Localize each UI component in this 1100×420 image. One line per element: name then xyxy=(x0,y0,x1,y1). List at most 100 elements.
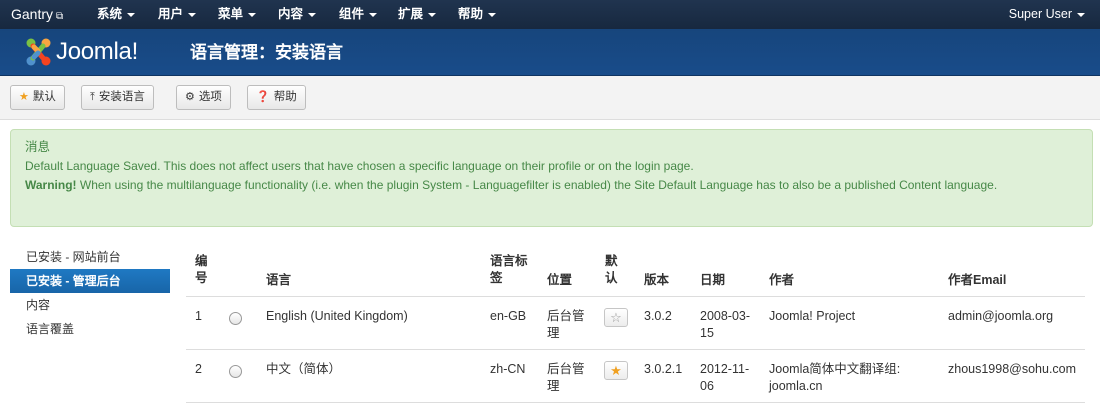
message-line: Default Language Saved. This does not af… xyxy=(25,159,694,173)
column-header-tag[interactable]: 语言标 签 xyxy=(490,253,528,287)
menu-label: 扩展 xyxy=(398,7,424,21)
location-text: 后台管 xyxy=(547,362,585,376)
date-text: 2008-03- xyxy=(700,309,751,323)
row-select-radio[interactable] xyxy=(229,365,242,378)
default-star-indicator[interactable]: ★ xyxy=(604,361,628,380)
author-text: joomla.cn xyxy=(769,379,823,393)
sidebar-item-installed-admin[interactable]: 已安装 - 管理后台 xyxy=(10,269,170,293)
menu-label: 系统 xyxy=(97,7,123,21)
message-heading: 消息 xyxy=(25,140,51,154)
author-text: Joomla! Project xyxy=(769,309,856,323)
joomla-logo: Joomla! xyxy=(22,35,172,69)
caret-down-icon xyxy=(127,12,136,17)
row-select-radio[interactable] xyxy=(229,312,242,325)
header-text: 签 xyxy=(490,271,503,285)
author-text: Joomla简体中文翻译组: xyxy=(769,362,901,376)
location-text: 理 xyxy=(547,379,560,393)
user-name: Super User xyxy=(1008,7,1072,21)
table-row: 1 English (United Kingdom) en-GB 后台管 理 ☆… xyxy=(186,297,1085,350)
column-header-email[interactable]: 作者Email xyxy=(948,272,1006,289)
star-empty-icon: ☆ xyxy=(610,310,622,325)
caret-down-icon xyxy=(488,12,497,17)
caret-down-icon xyxy=(1077,12,1085,17)
language-date: 2012-11- 06 xyxy=(700,361,749,395)
menu-extensions[interactable]: 扩展 xyxy=(398,0,437,29)
top-navbar: Gantry ⧉ 系统 用户 菜单 内容 组件 扩展 帮助 Super User xyxy=(0,0,1100,29)
language-name: English (United Kingdom) xyxy=(266,309,408,323)
table-header: 编 号 语言 语言标 签 位置 默 认 版本 日期 作者 作者Email xyxy=(186,245,1085,297)
column-header-version[interactable]: 版本 xyxy=(644,272,669,289)
menu-menus[interactable]: 菜单 xyxy=(218,0,257,29)
gantry-link[interactable]: Gantry ⧉ xyxy=(11,0,63,29)
button-label: 默认 xyxy=(32,91,56,103)
toolbar: ★ 默认 ⤒ 安装语言 ⚙ 选项 ❓ 帮助 xyxy=(0,76,1100,120)
row-number: 2 xyxy=(195,362,202,376)
language-location: 后台管 理 xyxy=(547,308,585,342)
star-filled-icon: ★ xyxy=(610,363,622,378)
menu-label: 帮助 xyxy=(458,7,484,21)
table-row: 2 中文（简体） zh-CN 后台管 理 ★ 3.0.2.1 2012-11- … xyxy=(186,350,1085,403)
language-tag: zh-CN xyxy=(490,362,526,376)
gear-icon: ⚙ xyxy=(185,91,195,103)
default-button[interactable]: ★ 默认 xyxy=(10,85,65,110)
sidebar-item-content[interactable]: 内容 xyxy=(10,293,170,317)
menu-components[interactable]: 组件 xyxy=(339,0,378,29)
location-text: 理 xyxy=(547,326,560,340)
menu-label: 组件 xyxy=(339,7,365,21)
menu-help[interactable]: 帮助 xyxy=(458,0,497,29)
page-title: 语言管理：安装语言 xyxy=(190,43,343,62)
menu-content[interactable]: 内容 xyxy=(278,0,317,29)
button-label: 选项 xyxy=(198,91,222,103)
date-text: 06 xyxy=(700,379,714,393)
logo-wordmark: Joomla! xyxy=(56,38,138,65)
install-language-button[interactable]: ⤒ 安装语言 xyxy=(81,85,154,110)
languages-table: 编 号 语言 语言标 签 位置 默 认 版本 日期 作者 作者Email 1 E… xyxy=(186,245,1085,403)
caret-down-icon xyxy=(308,12,317,17)
header-text: 语言标 xyxy=(490,254,528,268)
author-email: zhous1998@sohu.com xyxy=(948,362,1077,376)
language-location: 后台管 理 xyxy=(547,361,585,395)
warning-label: Warning! xyxy=(25,178,77,192)
column-header-default[interactable]: 默 认 xyxy=(605,253,618,287)
warning-text: When using the multilanguage functionali… xyxy=(76,178,998,192)
set-default-star-button[interactable]: ☆ xyxy=(604,308,628,327)
menu-label: 内容 xyxy=(278,7,304,21)
caret-down-icon xyxy=(248,12,257,17)
button-label: 帮助 xyxy=(273,91,297,103)
column-header-date[interactable]: 日期 xyxy=(700,272,725,289)
language-author: Joomla简体中文翻译组: joomla.cn xyxy=(769,361,900,395)
button-label: 安装语言 xyxy=(98,91,145,103)
language-author: Joomla! Project xyxy=(769,308,855,325)
column-header-language[interactable]: 语言 xyxy=(266,272,291,289)
header-text: 编 xyxy=(195,254,208,268)
column-header-location[interactable]: 位置 xyxy=(547,272,572,289)
sidebar-item-overrides[interactable]: 语言覆盖 xyxy=(10,317,170,341)
user-menu[interactable]: Super User xyxy=(1009,0,1085,29)
location-text: 后台管 xyxy=(547,309,585,323)
brand-label: Gantry xyxy=(11,6,54,22)
header-text: 号 xyxy=(195,271,208,285)
menu-users[interactable]: 用户 xyxy=(158,0,197,29)
language-version: 3.0.2 xyxy=(644,309,672,323)
column-header-number[interactable]: 编 号 xyxy=(195,253,208,287)
column-header-author[interactable]: 作者 xyxy=(769,272,794,289)
date-text: 15 xyxy=(700,326,714,340)
upload-icon: ⤒ xyxy=(90,91,95,103)
menu-label: 用户 xyxy=(158,7,184,21)
sidebar-item-installed-site[interactable]: 已安装 - 网站前台 xyxy=(10,245,170,269)
options-button[interactable]: ⚙ 选项 xyxy=(176,85,231,110)
language-version: 3.0.2.1 xyxy=(644,362,683,376)
caret-down-icon xyxy=(428,12,437,17)
sidebar: 已安装 - 网站前台 已安装 - 管理后台 内容 语言覆盖 xyxy=(10,245,170,341)
joomla-logo-icon xyxy=(26,38,51,66)
help-button[interactable]: ❓ 帮助 xyxy=(247,85,306,110)
header-text: 认 xyxy=(605,271,618,285)
language-date: 2008-03- 15 xyxy=(700,308,750,342)
row-number: 1 xyxy=(195,309,202,323)
header-text: 默 xyxy=(605,254,618,268)
external-link-icon: ⧉ xyxy=(56,11,64,22)
menu-system[interactable]: 系统 xyxy=(97,0,136,29)
language-tag: en-GB xyxy=(490,309,527,323)
language-name: 中文（简体） xyxy=(266,362,342,376)
menu-label: 菜单 xyxy=(218,7,244,21)
